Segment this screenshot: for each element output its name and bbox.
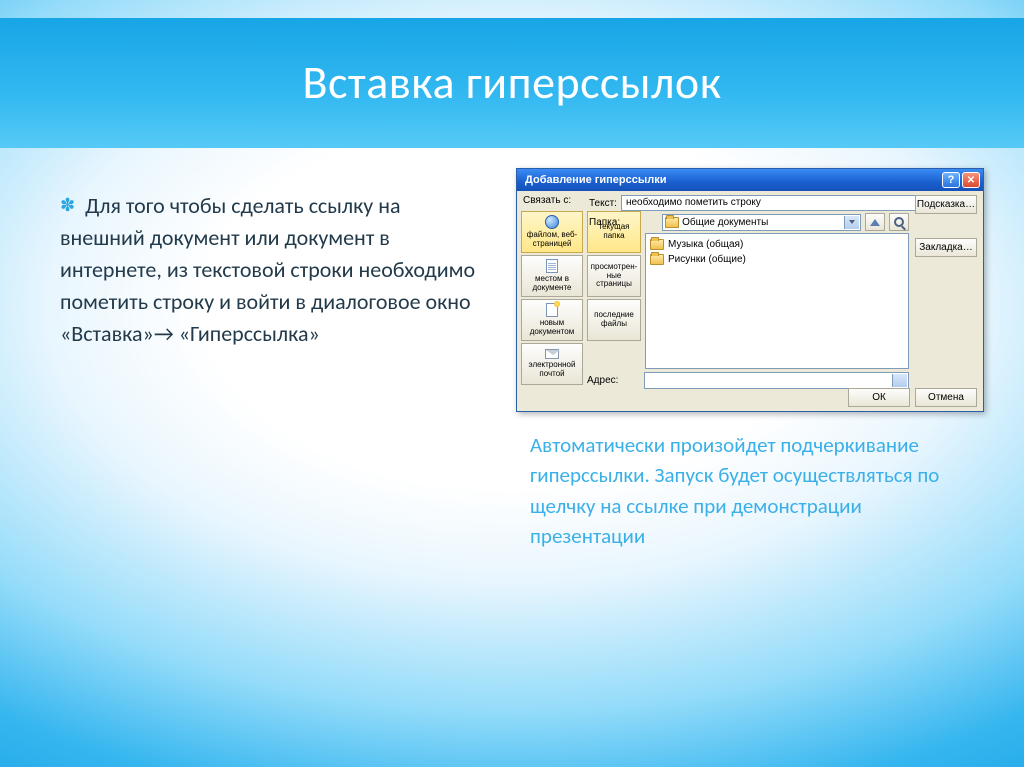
titlebar-buttons: ? ✕: [942, 172, 980, 188]
folder-dropdown[interactable]: Общие документы: [662, 214, 861, 231]
address-label: Адрес:: [587, 375, 618, 386]
browse-visited-pages[interactable]: просмотрен-ные страницы: [587, 255, 641, 297]
browse-bar: текущая папка просмотрен-ные страницы по…: [587, 211, 641, 341]
connect-label: Связать с:: [523, 195, 571, 206]
hyperlink-dialog: Добавление гиперссылки ? ✕ Связать с: фа…: [516, 168, 984, 412]
folder-icon: [650, 254, 664, 265]
browse-web-button[interactable]: [889, 213, 909, 231]
place-new-document[interactable]: новым документом: [521, 299, 583, 341]
place-label: электронной почтой: [523, 361, 581, 379]
folder-row: Папка: Общие документы: [647, 213, 909, 231]
file-list[interactable]: Музыка (общая) Рисунки (общие): [645, 233, 909, 369]
help-button[interactable]: ?: [942, 172, 960, 188]
place-file-web[interactable]: файлом, веб-страницей: [521, 211, 583, 253]
folder-icon: [665, 217, 679, 228]
place-label: файлом, веб-страницей: [523, 231, 581, 249]
list-item[interactable]: Рисунки (общие): [650, 252, 904, 267]
new-document-icon: [546, 303, 558, 317]
folder-label: Папка:: [589, 217, 620, 228]
close-button[interactable]: ✕: [962, 172, 980, 188]
dialog-bottom-buttons: ОК Отмена: [848, 388, 977, 407]
globe-icon: [545, 215, 559, 229]
place-in-document[interactable]: местом в документе: [521, 255, 583, 297]
search-icon: [894, 217, 904, 227]
slide-right-paragraph: Автоматически произойдет подчеркивание г…: [530, 430, 970, 552]
chevron-down-icon: [897, 378, 903, 382]
bookmark-button[interactable]: Закладка…: [915, 238, 977, 257]
up-one-level-button[interactable]: [865, 213, 885, 231]
bullet-icon: ✽: [60, 192, 75, 218]
places-bar: Связать с: файлом, веб-страницей местом …: [521, 211, 583, 385]
screen-tip-button[interactable]: Подсказка…: [915, 195, 977, 214]
left-text-content: Для того чтобы сделать ссылку на внешний…: [60, 192, 475, 347]
slide: Вставка гиперссылок ✽Для того чтобы сдел…: [0, 0, 1024, 767]
place-label: новым документом: [523, 319, 581, 337]
browse-label: последние файлы: [589, 311, 639, 329]
slide-title: Вставка гиперссылок: [302, 55, 721, 111]
dialog-titlebar[interactable]: Добавление гиперссылки ? ✕: [517, 169, 983, 191]
place-email[interactable]: электронной почтой: [521, 343, 583, 385]
address-row: Адрес:: [645, 372, 909, 389]
mail-icon: [545, 349, 559, 359]
address-input[interactable]: [644, 372, 909, 389]
folder-icon: [650, 239, 664, 250]
folder-value: Общие документы: [682, 217, 768, 228]
place-label: местом в документе: [523, 275, 581, 293]
right-button-column: Подсказка… Закладка…: [915, 195, 977, 257]
dialog-title: Добавление гиперссылки: [525, 174, 666, 186]
list-item[interactable]: Музыка (общая): [650, 237, 904, 252]
browse-label: просмотрен-ные страницы: [589, 263, 639, 289]
dialog-body: Связать с: файлом, веб-страницей местом …: [517, 191, 983, 411]
cancel-button[interactable]: Отмена: [915, 388, 977, 407]
document-icon: [546, 259, 558, 273]
file-name: Рисунки (общие): [668, 254, 746, 265]
ok-button[interactable]: ОК: [848, 388, 910, 407]
browse-recent-files[interactable]: последние файлы: [587, 299, 641, 341]
text-label: Текст:: [589, 198, 617, 209]
title-band: Вставка гиперссылок: [0, 18, 1024, 148]
up-arrow-icon: [870, 219, 880, 226]
chevron-down-icon: [849, 220, 855, 224]
slide-left-paragraph: ✽Для того чтобы сделать ссылку на внешни…: [60, 190, 480, 349]
file-name: Музыка (общая): [668, 239, 743, 250]
